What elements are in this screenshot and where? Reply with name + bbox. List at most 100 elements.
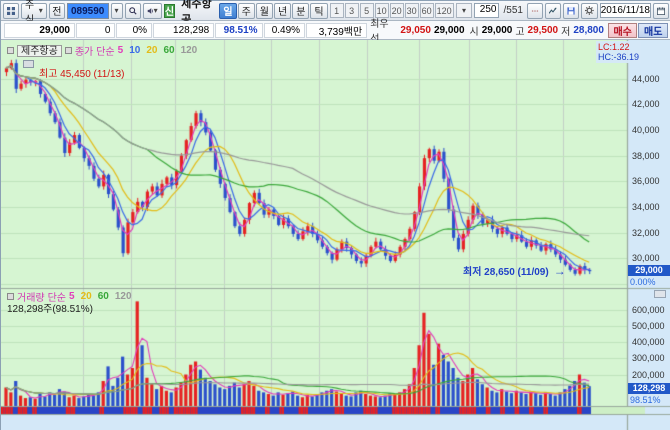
calendar-button[interactable] xyxy=(653,3,669,19)
price-legend: 제주항공 종가 단순 5 10 20 60 120 xyxy=(7,43,197,58)
best-bid: 29,000 xyxy=(432,25,467,36)
search-button[interactable] xyxy=(125,3,141,19)
legend-toggle-icon[interactable] xyxy=(7,293,14,300)
price-legend-method: 단순 xyxy=(96,43,114,58)
period-button-틱[interactable]: 틱 xyxy=(310,3,327,19)
bar-count-input[interactable]: 250 xyxy=(474,3,499,18)
ma-period-label-20: 20 xyxy=(146,45,157,56)
best-ask: 29,050 xyxy=(400,25,431,36)
save-button[interactable] xyxy=(563,3,579,19)
stock-chart-window: 주식 ▾ 전 089590 ▾ ▾ 신 제주항공 일주월년분틱 13 5 10 20 3… xyxy=(0,0,670,430)
low-annotation: 최저 28,650 (11/09) → xyxy=(463,263,566,278)
volume-value: 128,298 xyxy=(153,23,214,38)
legend-toggle-icon[interactable] xyxy=(7,47,14,54)
hc-value: HC:-36.19 xyxy=(598,52,639,62)
period-button-주[interactable]: 주 xyxy=(238,3,255,19)
arrow-right-icon: → xyxy=(554,264,566,278)
sound-button[interactable]: ▾ xyxy=(143,3,162,19)
price-change: 0 xyxy=(76,23,116,38)
buy-button[interactable]: 매수 xyxy=(608,23,638,38)
volume-tick-300000: 300,000 xyxy=(632,353,669,363)
price-legend-type: 종가 xyxy=(75,43,93,58)
prev-stock-button[interactable]: 전 xyxy=(49,3,65,19)
legend-stock-name: 제주항공 xyxy=(17,45,62,57)
ma-period-label-60: 60 xyxy=(98,291,109,302)
legend-toggle-icon[interactable] xyxy=(65,47,72,54)
volume-tick-200000: 200,000 xyxy=(632,370,669,380)
minute-button-60[interactable]: 60 xyxy=(420,3,434,18)
price-ma-period-list: 5 10 20 60 120 xyxy=(118,45,198,56)
price-tick-36000: 36,000 xyxy=(632,176,669,186)
price-tick-34000: 34,000 xyxy=(632,202,669,212)
low-price: 28,800 xyxy=(573,25,604,36)
volume-tick-400000: 400,000 xyxy=(632,337,669,347)
lc-hc-box: LC:1.22 HC:-36.19 xyxy=(596,41,641,63)
minute-button-120[interactable]: 120 xyxy=(435,3,454,18)
chevron-down-icon: ▾ xyxy=(115,6,119,15)
current-volume-marker: 128,298 xyxy=(628,383,670,394)
high-price: 29,500 xyxy=(528,25,559,36)
stock-code-input[interactable]: 089590 xyxy=(67,3,109,19)
compare-button[interactable] xyxy=(527,3,543,19)
low-label: 저 xyxy=(559,23,572,38)
volume-tick-500000: 500,000 xyxy=(632,321,669,331)
new-listing-badge: 신 xyxy=(164,4,176,18)
open-price: 29,000 xyxy=(482,25,513,36)
price-tick-44000: 44,000 xyxy=(632,74,669,84)
chevron-down-icon: ▾ xyxy=(154,6,158,15)
price-tick-30000: 30,000 xyxy=(632,253,669,263)
settings-button[interactable] xyxy=(581,3,598,19)
ma-period-label-120: 120 xyxy=(181,45,198,56)
ma-period-label-120: 120 xyxy=(115,291,132,302)
trade-amount: 3,739백만 xyxy=(306,23,367,38)
period-button-년[interactable]: 년 xyxy=(274,3,291,19)
speaker-icon xyxy=(147,6,154,16)
price-tick-42000: 42,000 xyxy=(632,99,669,109)
toolbar: 주식 ▾ 전 089590 ▾ ▾ 신 제주항공 일주월년분틱 13510203… xyxy=(1,1,670,21)
drag-handle-icon[interactable] xyxy=(23,60,34,68)
high-label: 고 xyxy=(513,23,526,38)
price-tick-40000: 40,000 xyxy=(632,125,669,135)
price-change-pct: 0% xyxy=(116,23,152,38)
window-grid-icon[interactable] xyxy=(3,3,19,19)
current-volume-pct: 98.51% xyxy=(630,395,670,405)
ma-period-label-60: 60 xyxy=(163,45,174,56)
code-dropdown-button[interactable]: ▾ xyxy=(111,3,123,19)
low-annotation-text: 최저 28,650 (11/09) xyxy=(463,263,549,278)
lc-value: LC:1.22 xyxy=(598,42,639,52)
ma-period-label-10: 10 xyxy=(129,45,140,56)
dots-icon xyxy=(531,6,539,16)
volume-value-line: 128,298주(98.51%) xyxy=(7,300,93,315)
bar-total-label: /551 xyxy=(501,5,524,16)
sell-button[interactable]: 매도 xyxy=(638,23,668,38)
asset-type-select[interactable]: 주식 ▾ xyxy=(21,3,47,19)
chart-area: 제주항공 종가 단순 5102060120 최고 45,450 (11/13) … xyxy=(1,40,670,430)
period-button-분[interactable]: 분 xyxy=(292,3,309,19)
volume-ratio: 98.51% xyxy=(215,23,262,38)
period-button-group: 일주월년분틱 xyxy=(219,3,327,19)
minute-button-3[interactable]: 3 xyxy=(345,3,359,18)
turnover-pct: 0.49% xyxy=(264,23,305,38)
chart-line-icon xyxy=(549,6,557,16)
current-price: 29,000 xyxy=(4,23,75,38)
minute-button-1[interactable]: 1 xyxy=(330,3,344,18)
chevron-down-icon: ▾ xyxy=(462,6,466,15)
period-button-월[interactable]: 월 xyxy=(256,3,273,19)
ma-period-label-5: 5 xyxy=(118,45,124,56)
calendar-icon xyxy=(657,6,665,16)
chevron-down-icon: ▾ xyxy=(39,6,43,15)
minute-button-30[interactable]: 30 xyxy=(405,3,419,18)
chart-date-input[interactable]: 2016/11/18 xyxy=(600,3,651,18)
pane-splitter-handle[interactable] xyxy=(654,290,666,298)
extra-period-select[interactable]: ▾ xyxy=(456,3,473,18)
save-icon xyxy=(567,6,575,16)
search-icon xyxy=(129,6,137,16)
chart-tool-button[interactable] xyxy=(545,3,561,19)
high-annotation: 최고 45,450 (11/13) xyxy=(39,65,125,80)
period-button-일[interactable]: 일 xyxy=(219,3,236,19)
volume-tick-600000: 600,000 xyxy=(632,305,669,315)
price-volume-chart-canvas[interactable] xyxy=(1,40,670,430)
price-tick-32000: 32,000 xyxy=(632,228,669,238)
gear-icon xyxy=(585,5,594,16)
current-price-pct: 0.00% xyxy=(630,277,670,287)
